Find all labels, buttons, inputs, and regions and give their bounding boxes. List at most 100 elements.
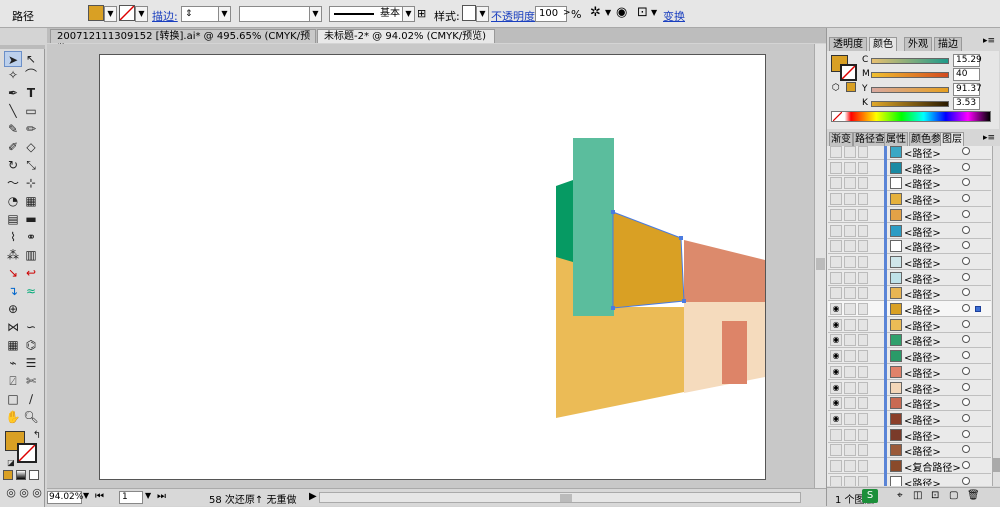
visibility-eye-icon[interactable]: ◉ xyxy=(830,350,842,363)
new-layer-icon[interactable]: ▢ xyxy=(949,490,958,501)
target-circle-icon[interactable] xyxy=(962,398,970,407)
tab-attributes[interactable]: 属性 xyxy=(884,132,908,146)
lock-toggle-2[interactable] xyxy=(858,193,868,206)
target-circle-icon[interactable] xyxy=(962,272,970,281)
lock-toggle-2[interactable] xyxy=(858,224,868,237)
layer-row[interactable]: <路径> xyxy=(828,222,991,239)
tab-pathfinder[interactable]: 路径查 xyxy=(853,132,887,146)
lock-toggle[interactable] xyxy=(844,224,856,237)
layer-row[interactable]: <路径> xyxy=(828,473,991,486)
c-slider[interactable] xyxy=(871,58,949,64)
layer-row[interactable]: <路径> xyxy=(828,159,991,176)
visibility-eye-icon[interactable] xyxy=(830,475,842,486)
lock-toggle[interactable] xyxy=(844,350,856,363)
lock-toggle[interactable] xyxy=(844,412,856,425)
visibility-eye-icon[interactable] xyxy=(830,146,842,158)
lock-toggle[interactable] xyxy=(844,208,856,221)
lock-toggle[interactable] xyxy=(844,193,856,206)
lock-toggle-2[interactable] xyxy=(858,303,868,315)
visibility-eye-icon[interactable]: ◉ xyxy=(830,412,842,425)
target-circle-icon[interactable] xyxy=(962,445,970,454)
lock-toggle-2[interactable] xyxy=(858,208,868,221)
gamut-warning-icon[interactable]: ⬡ xyxy=(832,83,840,93)
ime-logo-icon[interactable]: S xyxy=(862,489,878,503)
visibility-eye-icon[interactable] xyxy=(830,177,842,190)
target-circle-icon[interactable] xyxy=(962,304,970,312)
vertical-scrollbar[interactable] xyxy=(814,44,826,488)
tab-color[interactable]: 颜色 xyxy=(869,37,897,51)
horizontal-scrollbar[interactable] xyxy=(319,492,801,503)
zoom-field[interactable]: 94.02% xyxy=(47,491,83,504)
target-circle-icon[interactable] xyxy=(962,429,970,438)
target-circle-icon[interactable] xyxy=(962,319,970,328)
target-circle-icon[interactable] xyxy=(962,147,970,155)
lock-toggle-2[interactable] xyxy=(858,350,868,363)
visibility-eye-icon[interactable] xyxy=(830,428,842,441)
visibility-eye-icon[interactable] xyxy=(830,271,842,284)
web-safe-swatch[interactable] xyxy=(846,82,856,92)
lock-toggle-2[interactable] xyxy=(858,146,868,158)
tab-layers[interactable]: 图层 xyxy=(940,132,964,146)
lock-toggle-2[interactable] xyxy=(858,240,868,253)
target-circle-icon[interactable] xyxy=(962,241,970,250)
zoom-dropdown-icon[interactable]: ▼ xyxy=(83,491,89,500)
lock-toggle-2[interactable] xyxy=(858,444,868,457)
lock-toggle[interactable] xyxy=(844,240,856,253)
tab-color-guide[interactable]: 颜色参 xyxy=(909,132,943,146)
delete-layer-icon[interactable]: 🗑︎ xyxy=(967,490,980,501)
lock-toggle[interactable] xyxy=(844,318,856,331)
y-slider[interactable] xyxy=(871,87,949,93)
layers-scrollbar[interactable] xyxy=(992,146,1000,486)
lock-toggle-2[interactable] xyxy=(858,397,868,410)
layer-row[interactable]: ◉ <路径> xyxy=(828,363,991,380)
target-circle-icon[interactable] xyxy=(962,162,970,171)
lock-toggle-2[interactable] xyxy=(858,381,868,394)
c-value-field[interactable]: 15.29 xyxy=(953,54,982,67)
layer-row[interactable]: <复合路径> xyxy=(828,458,991,474)
visibility-eye-icon[interactable]: ◉ xyxy=(830,365,842,378)
visibility-eye-icon[interactable] xyxy=(830,444,842,457)
target-circle-icon[interactable] xyxy=(962,194,970,203)
y-value-field[interactable]: 91.37 xyxy=(953,83,982,96)
lock-toggle-2[interactable] xyxy=(858,255,868,268)
layer-row[interactable]: <路径> xyxy=(828,253,991,270)
lock-toggle-2[interactable] xyxy=(858,177,868,190)
visibility-eye-icon[interactable]: ◉ xyxy=(830,397,842,410)
lock-toggle[interactable] xyxy=(844,381,856,394)
lock-toggle-2[interactable] xyxy=(858,475,868,486)
status-arrow-icon[interactable]: ▶ xyxy=(309,491,317,502)
lock-toggle[interactable] xyxy=(844,271,856,284)
target-circle-icon[interactable] xyxy=(962,288,970,297)
k-slider[interactable] xyxy=(871,101,949,107)
lock-toggle-2[interactable] xyxy=(858,318,868,331)
next-page-icon[interactable]: ⏭ xyxy=(157,491,166,502)
layer-row[interactable]: <路径> xyxy=(828,191,991,208)
layer-row[interactable]: <路径> xyxy=(828,238,991,255)
horizontal-scroll-thumb[interactable] xyxy=(560,494,572,502)
layer-row[interactable]: <路径> xyxy=(828,285,991,302)
m-slider[interactable] xyxy=(871,72,949,78)
target-circle-icon[interactable] xyxy=(962,209,970,218)
lock-toggle[interactable] xyxy=(844,177,856,190)
locate-object-icon[interactable]: ⌖ xyxy=(897,490,903,501)
panel-menu-icon[interactable]: ▸≡ xyxy=(983,36,995,46)
clipping-mask-icon[interactable]: ◫ xyxy=(913,490,922,501)
visibility-eye-icon[interactable]: ◉ xyxy=(830,318,842,331)
layer-row[interactable]: ◉ <路径> xyxy=(828,379,991,396)
target-circle-icon[interactable] xyxy=(962,461,970,469)
layer-row[interactable]: <路径> xyxy=(828,426,991,443)
target-circle-icon[interactable] xyxy=(962,256,970,265)
layer-row[interactable]: ◉ <路径> xyxy=(828,348,991,365)
layer-row[interactable]: ◉ <路径> xyxy=(828,395,991,412)
lock-toggle[interactable] xyxy=(844,287,856,300)
page-dropdown-icon[interactable]: ▼ xyxy=(145,491,151,500)
lock-toggle-2[interactable] xyxy=(858,271,868,284)
layer-row[interactable]: <路径> xyxy=(828,442,991,459)
target-circle-icon[interactable] xyxy=(962,366,970,375)
visibility-eye-icon[interactable] xyxy=(830,460,842,472)
tab-transparency[interactable]: 透明度 xyxy=(829,37,867,51)
visibility-eye-icon[interactable] xyxy=(830,240,842,253)
layer-row[interactable]: <路径> xyxy=(828,269,991,286)
lock-toggle[interactable] xyxy=(844,146,856,158)
lock-toggle-2[interactable] xyxy=(858,287,868,300)
